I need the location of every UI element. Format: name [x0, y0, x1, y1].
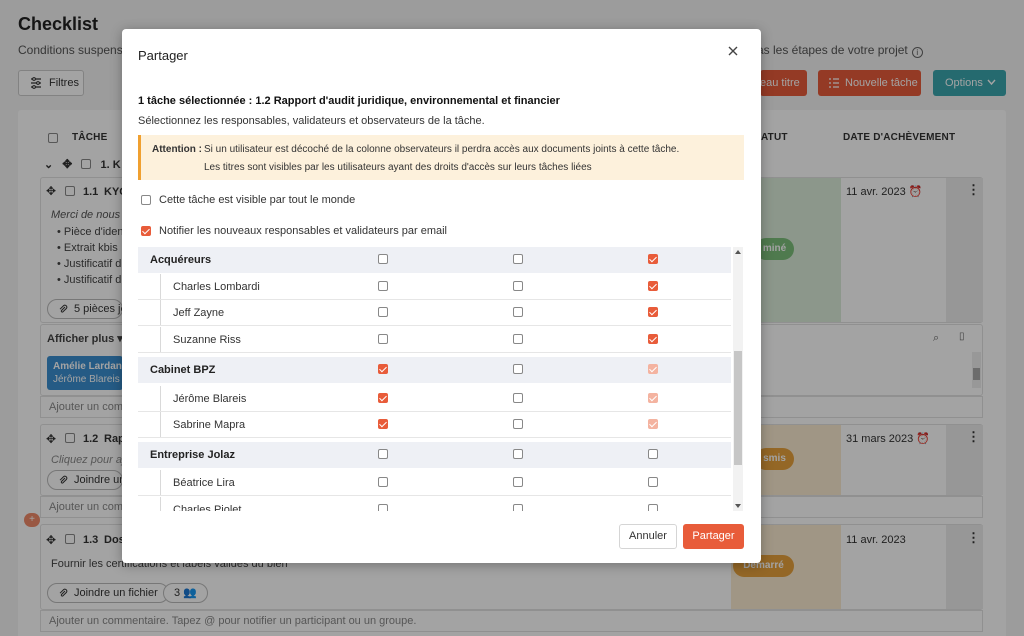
validator-checkbox[interactable] [513, 307, 523, 317]
validator-checkbox[interactable] [513, 449, 523, 459]
responsible-checkbox[interactable] [378, 449, 388, 459]
visible-to-all-label: Cette tâche est visible par tout le mond… [159, 194, 356, 206]
tree-indent-line [160, 327, 161, 352]
tree-indent-line [160, 470, 161, 495]
observer-checkbox[interactable] [648, 281, 658, 291]
responsible-checkbox[interactable] [378, 281, 388, 291]
group-name: Cabinet BPZ [150, 364, 216, 376]
observer-checkbox[interactable] [648, 393, 658, 403]
member-name: Jérôme Blareis [173, 393, 247, 405]
observer-checkbox[interactable] [648, 504, 658, 511]
responsible-checkbox[interactable] [378, 364, 388, 374]
validator-checkbox[interactable] [513, 364, 523, 374]
list-scrollbar[interactable] [733, 247, 743, 511]
observer-checkbox[interactable] [648, 477, 658, 487]
member-name: Charles Piolet [173, 504, 242, 511]
responsible-checkbox[interactable] [378, 477, 388, 487]
alert-line-1: Si un utilisateur est décoché de la colo… [204, 144, 680, 155]
modal-title: Partager [138, 48, 188, 63]
validator-checkbox[interactable] [513, 419, 523, 429]
member-row: Jeff Zayne [138, 300, 731, 326]
responsible-checkbox[interactable] [378, 334, 388, 344]
visible-to-all-checkbox[interactable] [141, 195, 151, 205]
participants-list: Charles Piolet Béatrice Lira Entreprise Jo… [138, 247, 743, 511]
tree-indent-line [160, 386, 161, 411]
scroll-up-icon[interactable] [735, 250, 741, 254]
modal-instructions: Sélectionnez les responsables, validateu… [138, 115, 485, 127]
validator-checkbox[interactable] [513, 504, 523, 511]
validator-checkbox[interactable] [513, 334, 523, 344]
group-name: Entreprise Jolaz [150, 449, 235, 461]
group-row: Acquéreurs [138, 247, 731, 273]
selected-task-heading: 1 tâche sélectionnée : 1.2 Rapport d'aud… [138, 95, 560, 107]
validator-checkbox[interactable] [513, 281, 523, 291]
warning-alert: Attention : Si un utilisateur est décoch… [138, 135, 744, 180]
member-row: Charles Lombardi [138, 274, 731, 300]
tree-indent-line [160, 300, 161, 325]
group-row: Entreprise Jolaz [138, 442, 731, 468]
observer-checkbox[interactable] [648, 307, 658, 317]
notify-checkbox[interactable] [141, 226, 151, 236]
validator-checkbox[interactable] [513, 254, 523, 264]
observer-checkbox[interactable] [648, 334, 658, 344]
group-row: Cabinet BPZ [138, 357, 731, 383]
observer-checkbox[interactable] [648, 449, 658, 459]
member-row: Sabrine Mapra [138, 412, 731, 438]
member-name: Sabrine Mapra [173, 419, 246, 431]
responsible-checkbox[interactable] [378, 393, 388, 403]
responsible-checkbox[interactable] [378, 419, 388, 429]
cancel-button[interactable]: Annuler [619, 524, 677, 549]
group-name: Acquéreurs [150, 254, 212, 266]
share-modal: Partager 1 tâche sélectionnée : 1.2 Rapp… [122, 29, 761, 563]
responsible-checkbox[interactable] [378, 254, 388, 264]
alert-label: Attention : [152, 144, 202, 155]
validator-checkbox[interactable] [513, 393, 523, 403]
alert-line-2: Les titres sont visibles par les utilisa… [204, 162, 592, 173]
tree-indent-line [160, 497, 161, 511]
notify-label: Notifier les nouveaux responsables et va… [159, 225, 447, 237]
member-row: Suzanne Riss [138, 327, 731, 353]
member-name: Béatrice Lira [173, 477, 235, 489]
observer-checkbox[interactable] [648, 419, 658, 429]
validator-checkbox[interactable] [513, 477, 523, 487]
observer-checkbox[interactable] [648, 254, 658, 264]
scroll-down-icon[interactable] [735, 504, 741, 508]
observer-checkbox[interactable] [648, 364, 658, 374]
member-name: Jeff Zayne [173, 307, 225, 319]
member-name: Charles Lombardi [173, 281, 260, 293]
responsible-checkbox[interactable] [378, 504, 388, 511]
tree-indent-line [160, 274, 161, 299]
member-row: Béatrice Lira [138, 470, 731, 496]
close-icon[interactable] [725, 43, 741, 59]
share-button[interactable]: Partager [683, 524, 744, 549]
member-name: Suzanne Riss [173, 334, 241, 346]
responsible-checkbox[interactable] [378, 307, 388, 317]
member-row: Charles Piolet [138, 497, 731, 511]
tree-indent-line [160, 412, 161, 437]
scrollbar-thumb[interactable] [734, 351, 742, 465]
member-row: Jérôme Blareis [138, 386, 731, 412]
